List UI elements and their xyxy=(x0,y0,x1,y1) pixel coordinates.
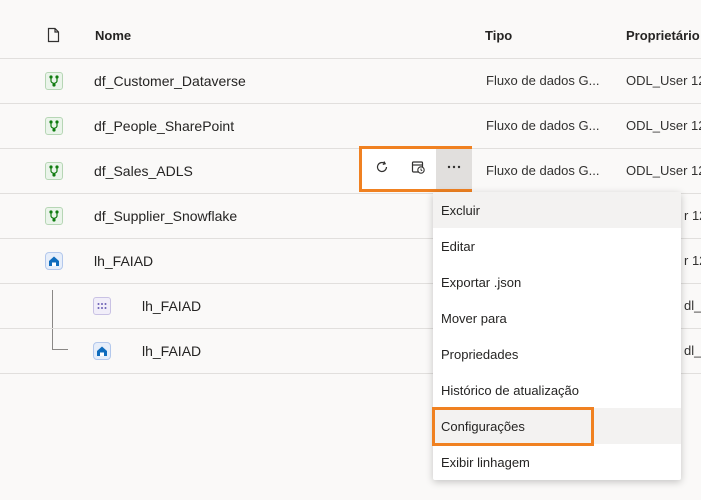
dataflow-icon xyxy=(45,117,63,135)
more-options-button[interactable] xyxy=(436,149,472,189)
item-type: Fluxo de dados G... xyxy=(486,73,600,88)
more-options-icon xyxy=(446,159,462,180)
menu-item-label: Exportar .json xyxy=(441,275,522,290)
item-owner: r 12 xyxy=(684,253,701,268)
menu-item-edit[interactable]: Editar xyxy=(433,228,681,264)
table-row[interactable]: df_Customer_Dataverse Fluxo de dados G..… xyxy=(0,58,701,104)
item-name[interactable]: df_Customer_Dataverse xyxy=(94,73,246,89)
item-owner: dl_u xyxy=(684,343,701,358)
dataflow-icon xyxy=(45,207,63,225)
row-actions xyxy=(359,146,472,192)
document-icon xyxy=(47,27,60,48)
menu-item-label: Exibir linhagem xyxy=(441,455,530,470)
menu-item-refresh-history[interactable]: Histórico de atualização xyxy=(433,372,681,408)
column-header-owner[interactable]: Proprietário xyxy=(626,28,700,43)
column-header-type[interactable]: Tipo xyxy=(485,28,512,43)
item-owner: ODL_User 12 xyxy=(626,118,701,133)
item-owner: r 12 xyxy=(684,208,701,223)
menu-item-label: Histórico de atualização xyxy=(441,383,580,398)
item-type: Fluxo de dados G... xyxy=(486,118,600,133)
menu-item-properties[interactable]: Propriedades xyxy=(433,336,681,372)
item-owner: dl_u xyxy=(684,298,701,313)
menu-item-view-lineage[interactable]: Exibir linhagem xyxy=(433,444,681,480)
schedule-button[interactable] xyxy=(400,149,436,189)
item-name[interactable]: df_Sales_ADLS xyxy=(94,163,193,179)
item-name[interactable]: lh_FAIAD xyxy=(142,298,201,314)
list-header: Nome Tipo Proprietário xyxy=(0,0,701,59)
menu-item-delete[interactable]: Excluir xyxy=(433,192,681,228)
item-name[interactable]: df_Supplier_Snowflake xyxy=(94,208,237,224)
item-name[interactable]: lh_FAIAD xyxy=(142,343,201,359)
menu-item-label: Propriedades xyxy=(441,347,519,362)
schedule-icon xyxy=(410,159,426,180)
menu-item-label: Mover para xyxy=(441,311,507,326)
settings-highlight xyxy=(432,407,594,446)
item-owner: ODL_User 12 xyxy=(626,73,701,88)
item-type: Fluxo de dados G... xyxy=(486,163,600,178)
table-row[interactable]: df_People_SharePoint Fluxo de dados G...… xyxy=(0,103,701,149)
semantic-model-icon xyxy=(93,297,111,315)
menu-item-label: Excluir xyxy=(441,203,481,218)
table-row[interactable]: df_Sales_ADLS Fluxo de dados G... ODL_Us… xyxy=(0,148,701,194)
refresh-icon xyxy=(374,159,390,180)
item-owner: ODL_User 12 xyxy=(626,163,701,178)
item-name[interactable]: df_People_SharePoint xyxy=(94,118,234,134)
item-name[interactable]: lh_FAIAD xyxy=(94,253,153,269)
dataflow-icon xyxy=(45,162,63,180)
menu-item-move[interactable]: Mover para xyxy=(433,300,681,336)
menu-item-export-json[interactable]: Exportar .json xyxy=(433,264,681,300)
lakehouse-icon xyxy=(45,252,63,270)
menu-item-label: Editar xyxy=(441,239,475,254)
refresh-button[interactable] xyxy=(364,149,400,189)
column-header-name[interactable]: Nome xyxy=(95,28,131,43)
dataflow-icon xyxy=(45,72,63,90)
sql-endpoint-icon xyxy=(93,342,111,360)
